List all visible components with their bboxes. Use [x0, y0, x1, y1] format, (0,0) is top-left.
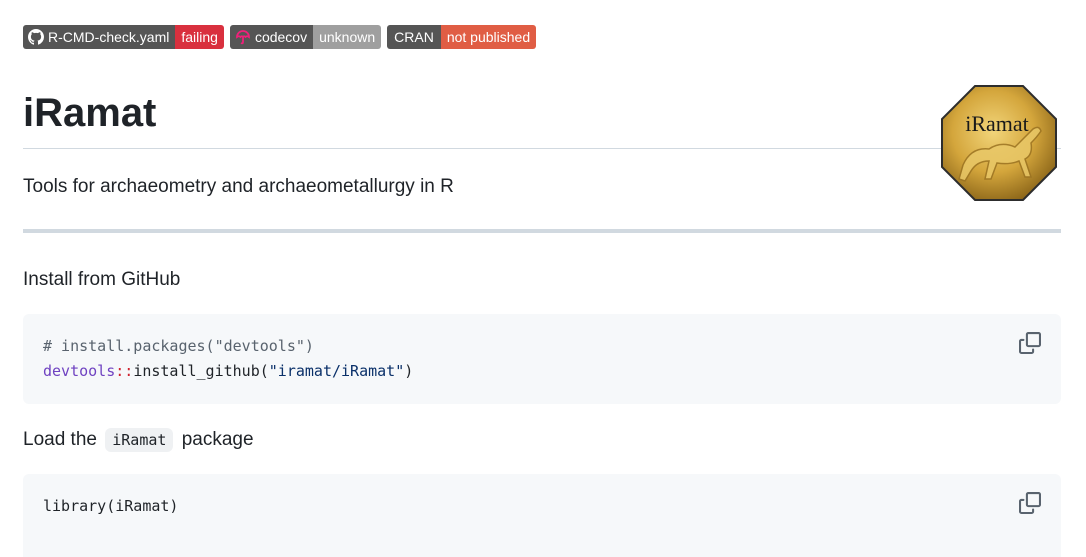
install-heading: Install from GitHub [23, 269, 181, 290]
badge-status: failing [175, 25, 224, 49]
load-prefix: Load the [23, 429, 97, 450]
badge-row: R-CMD-check.yaml failing codecov unknown… [23, 25, 537, 49]
coin-horse-logo: iRamat [941, 85, 1057, 201]
badge-label: codecov [254, 29, 308, 45]
code-paren: ) [404, 362, 414, 380]
code-library-call: library(iRamat) [43, 497, 179, 515]
load-suffix: package [181, 429, 254, 450]
section-divider [23, 229, 1061, 233]
badge-label: CRAN [394, 29, 434, 45]
badge-r-cmd-check[interactable]: R-CMD-check.yaml failing [23, 25, 224, 49]
code-namespace: devtools [43, 362, 116, 380]
inline-code-package: iRamat [105, 428, 174, 452]
page-title: iRamat [23, 91, 157, 135]
install-code-block: # install.packages("devtools") devtools:… [23, 314, 1061, 404]
code-function: install_github( [133, 362, 269, 380]
badge-label: R-CMD-check.yaml [48, 29, 170, 45]
copy-icon[interactable] [1019, 492, 1041, 514]
code-string: "iramat/iRamat" [268, 362, 405, 380]
code-operator: :: [115, 362, 134, 380]
logo-text: iRamat [965, 111, 1029, 136]
badge-cran[interactable]: CRAN not published [387, 25, 537, 49]
badge-status: not published [440, 25, 537, 49]
github-icon [28, 29, 44, 45]
title-divider [23, 148, 1061, 149]
badge-codecov[interactable]: codecov unknown [229, 25, 382, 49]
code-comment: # install.packages("devtools") [43, 337, 314, 355]
badge-status: unknown [313, 25, 382, 49]
copy-icon[interactable] [1019, 332, 1041, 354]
codecov-umbrella-icon [235, 29, 251, 45]
description: Tools for archaeometry and archaeometall… [23, 176, 454, 197]
load-code-block: library(iRamat) [23, 474, 1061, 557]
load-heading: Load the iRamat package [23, 427, 254, 453]
